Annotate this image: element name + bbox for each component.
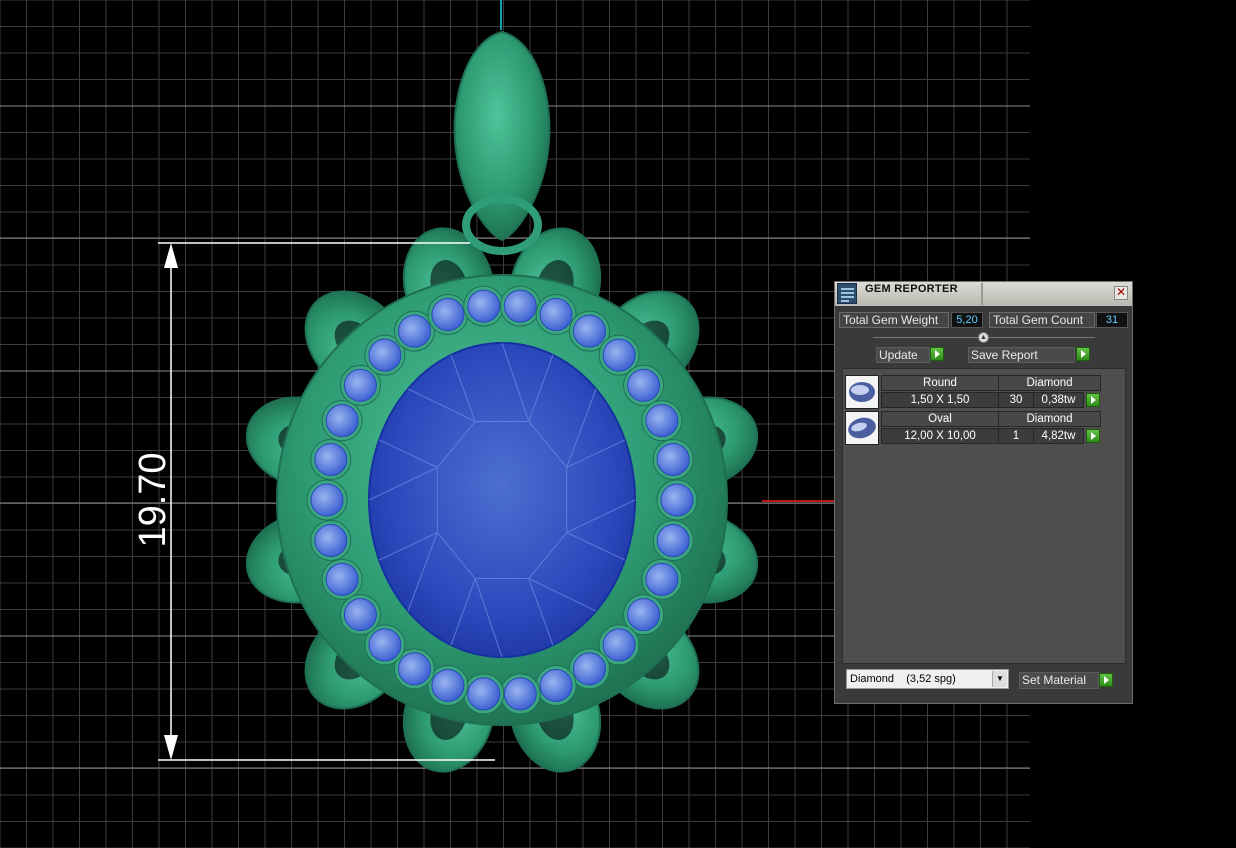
list-item[interactable]: Oval Diamond 12,00 X 10,00 1 4,82tw (845, 411, 1105, 445)
gem-reporter-app-icon (837, 283, 857, 304)
save-report-button[interactable] (1076, 347, 1090, 361)
accent-stone (325, 404, 359, 438)
accent-stone (503, 677, 537, 711)
accent-stone (343, 598, 377, 632)
pendant-model[interactable] (237, 30, 768, 782)
gem-row-go-button[interactable] (1086, 429, 1100, 443)
accent-stone (310, 483, 344, 517)
accent-stone (368, 628, 402, 662)
accent-stone (431, 298, 465, 332)
material-select[interactable]: Diamond (3,52 spg) ▼ (846, 669, 1009, 689)
round-gem-icon (845, 375, 879, 409)
titlebar-separator (981, 283, 983, 305)
accent-stone (314, 442, 348, 476)
accent-stone (368, 338, 402, 372)
accent-stone (343, 368, 377, 402)
total-gem-count-value: 31 (1096, 312, 1128, 328)
accent-stone (627, 368, 661, 402)
total-gem-count-label: Total Gem Count (989, 312, 1095, 328)
accent-stone (398, 314, 431, 348)
chevron-down-icon[interactable]: ▼ (992, 671, 1007, 687)
collapse-arrow-icon[interactable]: ▲ (978, 332, 989, 343)
accent-stone (398, 652, 431, 686)
gem-shape: Oval (881, 411, 999, 427)
accent-stone (602, 338, 636, 372)
accent-stone (645, 562, 679, 596)
set-material-button[interactable] (1099, 673, 1113, 687)
accent-stone (431, 668, 465, 702)
accent-stone (539, 668, 573, 702)
gem-size: 1,50 X 1,50 (881, 392, 999, 408)
gem-weight: 4,82tw (1033, 428, 1084, 444)
accent-stone (660, 483, 694, 517)
accent-stone (627, 598, 661, 632)
material-select-value: Diamond (3,52 spg) (850, 673, 956, 685)
dimension-label: 19.70 (132, 452, 174, 547)
list-item[interactable]: Round Diamond 1,50 X 1,50 30 0,38tw (845, 375, 1105, 409)
accent-stone (314, 524, 348, 558)
gem-reporter-panel[interactable]: GEM REPORTER ✕ Total Gem Weight 5,20 Tot… (834, 281, 1133, 704)
gem-material: Diamond (998, 411, 1101, 427)
accent-stone (503, 289, 537, 323)
set-material-label[interactable]: Set Material (1019, 672, 1099, 689)
gem-material: Diamond (998, 375, 1101, 391)
save-report-label[interactable]: Save Report (968, 347, 1075, 363)
accent-stone (467, 677, 501, 711)
accent-stone (656, 442, 690, 476)
accent-stone (573, 314, 606, 348)
gem-row-go-button[interactable] (1086, 393, 1100, 407)
accent-stone (645, 404, 679, 438)
oval-gem-icon (845, 411, 879, 445)
close-icon[interactable]: ✕ (1114, 286, 1128, 300)
gem-count: 1 (998, 428, 1034, 444)
total-gem-weight-label: Total Gem Weight (839, 312, 949, 328)
gem-size: 12,00 X 10,00 (881, 428, 999, 444)
gem-weight: 0,38tw (1033, 392, 1084, 408)
gem-list[interactable]: Round Diamond 1,50 X 1,50 30 0,38tw Oval… (842, 368, 1126, 664)
total-gem-weight-value: 5,20 (951, 312, 983, 328)
accent-stone (656, 524, 690, 558)
panel-titlebar[interactable]: GEM REPORTER ✕ (835, 282, 1132, 306)
gem-count: 30 (998, 392, 1034, 408)
accent-stone (467, 289, 501, 323)
gem-shape: Round (881, 375, 999, 391)
accent-stone (573, 652, 606, 686)
update-button[interactable] (930, 347, 944, 361)
panel-title: GEM REPORTER (865, 283, 958, 295)
update-label[interactable]: Update (876, 347, 930, 363)
accent-stone (325, 562, 359, 596)
accent-stone (602, 628, 636, 662)
accent-stone (539, 298, 573, 332)
